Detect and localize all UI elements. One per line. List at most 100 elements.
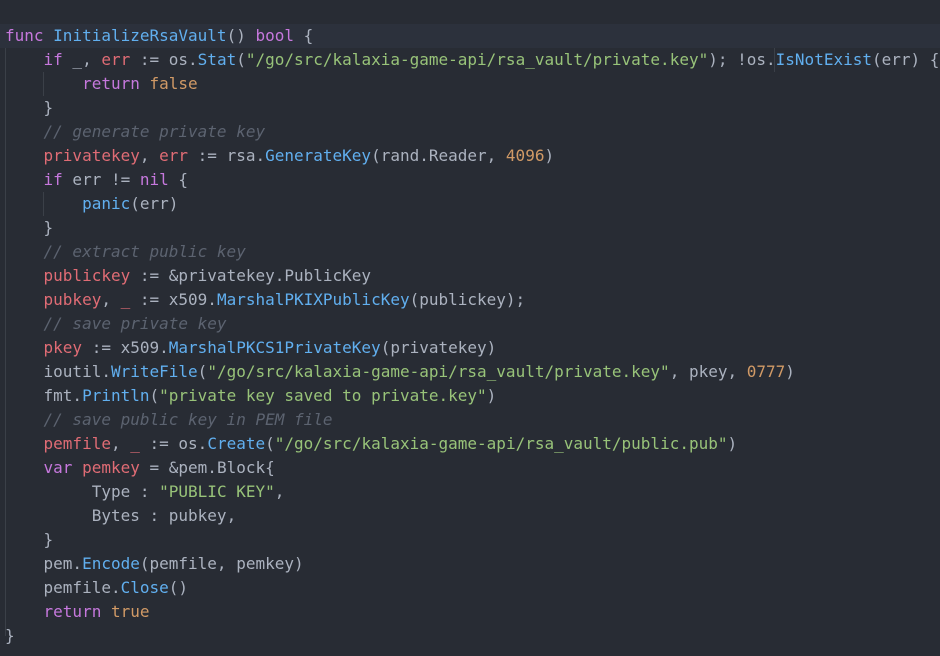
code-token: _: [120, 290, 131, 309]
code-line[interactable]: if _, err := os.Stat("/go/src/kalaxia-ga…: [5, 48, 940, 72]
code-token: err: [101, 50, 131, 69]
code-token: nil: [139, 170, 169, 189]
code-line[interactable]: }: [5, 96, 54, 120]
code-token: false: [149, 74, 198, 93]
code-token: _,: [62, 50, 102, 69]
code-token: privatekey: [43, 146, 140, 165]
code-line[interactable]: }: [5, 624, 15, 648]
code-line[interactable]: }: [5, 216, 54, 240]
code-line[interactable]: pem.Encode(pemfile, pemkey): [5, 552, 304, 576]
code-token: // save public key in PEM file: [43, 410, 333, 429]
code-token: InitializeRsaVault: [53, 26, 227, 45]
code-line[interactable]: return true: [5, 600, 150, 624]
code-token: pemfile.: [43, 578, 121, 597]
code-token: (): [168, 578, 189, 597]
code-line[interactable]: publickey := &privatekey.PublicKey: [5, 264, 372, 288]
code-line[interactable]: // generate private key: [5, 120, 266, 144]
code-line[interactable]: ioutil.WriteFile("/go/src/kalaxia-game-a…: [5, 360, 795, 384]
code-token: 0777: [746, 362, 786, 381]
code-line[interactable]: panic(err): [5, 192, 178, 216]
code-token: MarshalPKIXPublicKey: [216, 290, 410, 309]
code-line[interactable]: pemfile.Close(): [5, 576, 189, 600]
code-token: pemkey: [82, 458, 140, 477]
code-token: bool: [255, 26, 294, 45]
code-token: Create: [207, 434, 266, 453]
code-line[interactable]: func InitializeRsaVault() bool {: [0, 24, 940, 48]
code-token: if: [43, 170, 63, 189]
code-token: "PUBLIC KEY": [159, 482, 275, 501]
code-token: (: [197, 362, 208, 381]
code-token: _: [130, 434, 140, 453]
code-line[interactable]: var pemkey = &pem.Block{: [5, 456, 275, 480]
code-token: := x509.: [82, 338, 169, 357]
code-editor[interactable]: func InitializeRsaVault() bool { if _, e…: [0, 0, 940, 656]
code-line[interactable]: privatekey, err := rsa.GenerateKey(rand.…: [5, 144, 555, 168]
code-token: ): [727, 434, 738, 453]
code-line[interactable]: pubkey, _ := x509.MarshalPKIXPublicKey(p…: [5, 288, 526, 312]
code-token: }: [5, 626, 15, 645]
code-token: (): [226, 26, 256, 45]
code-token: (: [149, 386, 160, 405]
code-token: GenerateKey: [265, 146, 372, 165]
code-line[interactable]: pemfile, _ := os.Create("/go/src/kalaxia…: [5, 432, 738, 456]
code-token: Bytes : pubkey,: [91, 506, 237, 525]
code-token: return: [43, 602, 102, 621]
code-token: ,: [274, 482, 285, 501]
code-token: err: [159, 146, 189, 165]
code-line[interactable]: }: [5, 528, 54, 552]
code-token: (privatekey): [380, 338, 497, 357]
code-token: IsNotExist: [775, 50, 872, 69]
code-token: }: [43, 530, 54, 549]
code-token: "/go/src/kalaxia-game-api/rsa_vault/priv…: [207, 362, 670, 381]
code-token: // generate private key: [43, 122, 266, 141]
code-token: if: [43, 50, 63, 69]
code-token: Stat: [197, 50, 237, 69]
code-token: ): [544, 146, 555, 165]
code-token: := os.: [139, 434, 208, 453]
code-line[interactable]: Bytes : pubkey,: [5, 504, 237, 528]
code-token: pubkey: [43, 290, 102, 309]
code-token: // save private key: [43, 314, 227, 333]
code-token: := &privatekey.PublicKey: [130, 266, 372, 285]
code-line[interactable]: fmt.Println("private key saved to privat…: [5, 384, 497, 408]
code-line[interactable]: Type : "PUBLIC KEY",: [5, 480, 285, 504]
code-token: "/go/src/kalaxia-game-api/rsa_vault/priv…: [245, 50, 709, 69]
code-line[interactable]: pkey := x509.MarshalPKCS1PrivateKey(priv…: [5, 336, 497, 360]
code-token: MarshalPKCS1PrivateKey: [168, 338, 381, 357]
code-token: (publickey);: [409, 290, 526, 309]
code-token: panic: [82, 194, 131, 213]
code-token: return: [82, 74, 140, 93]
code-line[interactable]: // save private key: [5, 312, 227, 336]
code-token: Println: [82, 386, 150, 405]
code-line[interactable]: return false: [5, 72, 198, 96]
code-token: (: [265, 434, 275, 453]
code-token: Type :: [91, 482, 160, 501]
code-token: := os.: [130, 50, 198, 69]
code-token: }: [43, 218, 54, 237]
code-token: {: [294, 26, 314, 45]
code-line[interactable]: // extract public key: [5, 240, 246, 264]
code-token: 4096: [505, 146, 545, 165]
code-token: {: [168, 170, 189, 189]
code-token: }: [43, 98, 54, 117]
code-token: pem.: [43, 554, 83, 573]
code-token: (rand.Reader,: [371, 146, 506, 165]
code-line[interactable]: if err != nil {: [5, 168, 189, 192]
code-line[interactable]: // save public key in PEM file: [5, 408, 333, 432]
code-token: (err): [130, 194, 179, 213]
